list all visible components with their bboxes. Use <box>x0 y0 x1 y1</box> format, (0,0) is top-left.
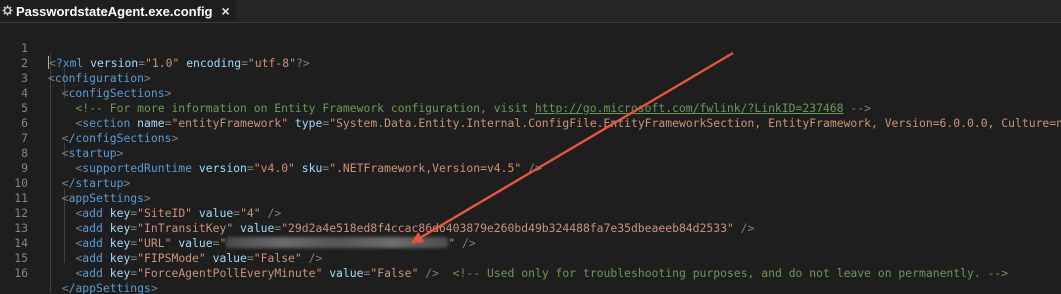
code-line: 10 <appSettings> <box>0 161 1061 205</box>
close-tab-button[interactable]: × <box>222 3 230 19</box>
code-line: 6 </configSections> <box>0 101 1061 145</box>
tab-config-file[interactable]: PasswordstateAgent.exe.config × <box>0 0 236 22</box>
code-line: 11 <add key="SiteID" value="4" /> <box>0 176 1061 220</box>
code-line: 13 <add key="URL" value=" " /> <box>0 206 1061 250</box>
code-line: 3 <configSections> <box>0 56 1061 100</box>
code-line: 14 <add key="FIPSMode" value="False" /> <box>0 221 1061 265</box>
code-editor[interactable]: 1 <?xml version="1.0" encoding="utf-8"?>… <box>0 23 1061 294</box>
code-line: 1 <?xml version="1.0" encoding="utf-8"?> <box>0 26 1061 70</box>
code-line: 5 <section name="entityFramework" type="… <box>0 86 1061 130</box>
line-number: 16 <box>14 266 28 280</box>
code-line: 15 <add key="ForceAgentPollEveryMinute" … <box>0 236 1061 280</box>
code-line: 8 <supportedRuntime version="v4.0" sku="… <box>0 131 1061 175</box>
code-line: 16 </appSettings> <box>0 251 1061 294</box>
code-line: 7 <startup> <box>0 116 1061 160</box>
tab-title: PasswordstateAgent.exe.config <box>16 3 213 19</box>
code-line: 2 <configuration> <box>0 41 1061 85</box>
code-line: 9 </startup> <box>0 146 1061 190</box>
code-line: 4 <!-- For more information on Entity Fr… <box>0 71 1061 115</box>
editor-tab-bar: PasswordstateAgent.exe.config × <box>0 0 1061 23</box>
code-line: 12 <add key="InTransitKey" value="29d2a4… <box>0 191 1061 235</box>
gear-icon <box>1 4 13 19</box>
